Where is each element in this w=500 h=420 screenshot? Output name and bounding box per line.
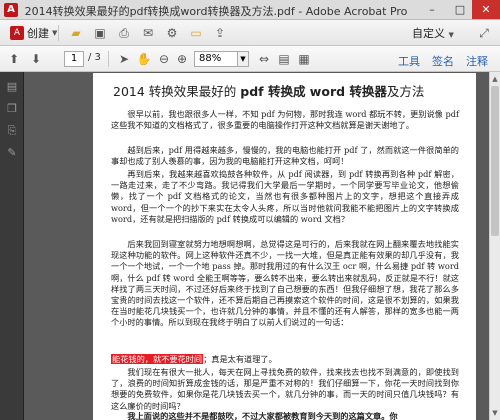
window-title: 2014转换效果最好的pdf转换成word转换器及方法.pdf - Adobe … [24,5,408,18]
share-icon[interactable]: ⇪ [212,25,228,41]
comment-icon[interactable]: ▭ [188,25,204,41]
document-title: 2014 转换效果最好的 pdf 转换成 word 转换器及方法 [113,81,473,100]
page-number-input[interactable]: 1 [64,51,84,67]
read-mode-icon[interactable]: ▦ [296,51,312,67]
highlighted-quote: 能花钱的，就不要花时间 [111,354,204,364]
create-label: 创建 [27,27,49,40]
toolbar-separator [108,51,109,67]
open-folder-icon[interactable]: ▰ [68,25,84,41]
chevron-down-icon: ▼ [52,29,58,37]
scroll-up-icon[interactable]: ▲ [490,74,500,84]
document-view[interactable]: 2014 转换效果最好的 pdf 转换成 word 转换器及方法 很早以前，我也… [24,72,489,420]
pdf-page: 2014 转换效果最好的 pdf 转换成 word 转换器及方法 很早以前，我也… [93,73,476,420]
title-prefix: 2014 转换效果最好的 [113,84,241,99]
hand-tool-icon[interactable]: ✋ [136,51,152,67]
previous-page-icon[interactable]: ⬆ [6,51,22,67]
acrobat-window: A 2014转换效果最好的pdf转换成word转换器及方法.pdf - Adob… [0,0,500,420]
signatures-icon[interactable]: ✎ [5,146,19,160]
scrollbar-thumb[interactable] [491,86,499,236]
paragraph: 很早以前，我也跟很多人一样，不知 pdf 为何物，那时我连 word 都玩不转，… [111,109,459,131]
main-toolbar: A 创建 ▼ ▰ ▣ ⎙ ✉ ⚙ ▭ ⇪ 自定义 ▼ ⤢ [0,20,500,46]
paragraph: 我们现在有很大一批人，每天在网上寻找免费的软件，找来找去也找不到满意的，即使找到… [111,367,459,411]
scroll-down-icon[interactable]: ▼ [490,408,500,418]
page-thumbnails-icon[interactable]: ▤ [5,80,19,94]
title-suffix: 及方法 [386,84,425,99]
expand-icon[interactable]: ⤢ [476,25,492,41]
customize-dropdown[interactable]: 自定义 ▼ [412,25,454,41]
save-icon[interactable]: ▣ [92,25,108,41]
bookmarks-icon[interactable]: ❐ [5,102,19,116]
minimize-button[interactable]: – [418,0,446,19]
maximize-button[interactable]: □ [446,0,474,19]
next-page-icon[interactable]: ⬇ [28,51,44,67]
quote-suffix: ；真是太有道理了。 [203,354,277,364]
zoom-dropdown-button[interactable]: ▼ [237,51,249,67]
title-bold: pdf 转换成 word 转换器 [240,84,387,99]
zoom-in-icon[interactable]: ⊕ [174,51,190,67]
title-bar: A 2014转换效果最好的pdf转换成word转换器及方法.pdf - Adob… [0,0,500,20]
vertical-scrollbar[interactable]: ▲ ▼ [489,72,500,420]
select-cursor-icon[interactable]: ➤ [116,51,132,67]
paragraph: 再到后来，我越来越喜欢捣鼓各种软件，从 pdf 阅读器，到 pdf 转换再到各种… [111,169,459,224]
fit-page-icon[interactable]: ▤ [276,51,292,67]
toolbar-separator [58,25,59,41]
attachments-icon[interactable]: ⎘ [5,124,19,138]
paragraph-quote-line: 能花钱的，就不要花时间；真是太有道理了。 [111,354,459,365]
close-button[interactable]: ✕ [472,0,500,19]
tab-comment[interactable]: 注释 [466,53,488,69]
paragraph: 越到后来，pdf 用得越来越多，慢慢的，我的电脑也能打开 pdf 了，然而就这一… [111,145,459,167]
navigation-toolbar: ⬆ ⬇ 1 / 3 ➤ ✋ ⊖ ⊕ 88% ▼ ⇔ ▤ ▦ 工具 签名 注释 [0,46,500,72]
page-total: / 3 [88,52,101,63]
navigation-pane: ▤ ❐ ⎘ ✎ [0,72,24,420]
print-icon[interactable]: ⎙ [116,25,132,41]
email-icon[interactable]: ✉ [140,25,156,41]
create-button[interactable]: A 创建 ▼ [6,24,61,42]
tab-sign[interactable]: 签名 [432,53,454,69]
zoom-out-icon[interactable]: ⊖ [156,51,172,67]
gear-icon[interactable]: ⚙ [164,25,180,41]
acrobat-app-icon: A [4,3,18,17]
create-pdf-icon: A [10,26,24,40]
paragraph: 后来我回到寝室就努力地想啊想啊，总觉得这是可行的，后来我就在网上翻来覆去地找能实… [111,239,459,328]
zoom-level-input[interactable]: 88% [194,51,238,67]
fit-width-icon[interactable]: ⇔ [256,51,272,67]
tab-tools[interactable]: 工具 [398,53,420,69]
paragraph: 我上面说的这些并不是都鼓吹，不过大家都被教育到今天到的这篇文章。你 [127,411,398,420]
chevron-down-icon: ▼ [448,31,454,39]
customize-label: 自定义 [412,27,445,40]
